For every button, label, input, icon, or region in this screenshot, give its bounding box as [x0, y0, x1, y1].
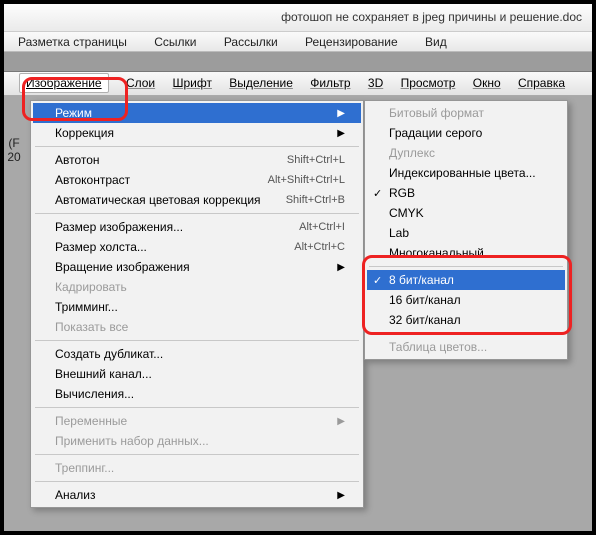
- menu-item-label: 8 бит/канал: [389, 273, 454, 287]
- photoshop-menubar: Изображение Слои Шрифт Выделение Фильтр …: [4, 72, 592, 96]
- menu-layers[interactable]: Слои: [126, 76, 155, 90]
- shortcut-text: Alt+Ctrl+I: [299, 221, 345, 233]
- menu-view[interactable]: Просмотр: [401, 76, 456, 90]
- menu-item-label: Таблица цветов...: [389, 340, 487, 354]
- image-menu-item: Переменные ▶: [33, 411, 361, 431]
- mode-menu-item[interactable]: 16 бит/канал: [367, 290, 565, 310]
- image-menu-item[interactable]: Вычисления...: [33, 384, 361, 404]
- menu-item-label: Режим: [55, 106, 92, 120]
- menu-item-label: Вращение изображения: [55, 260, 190, 274]
- image-menu-item[interactable]: Вращение изображения ▶: [33, 257, 361, 277]
- menu-item-label: Градации серого: [389, 126, 482, 140]
- menu-item-label: Многоканальный: [389, 246, 484, 260]
- image-menu-item: Применить набор данных...: [33, 431, 361, 451]
- image-menu-item[interactable]: Режим ▶: [33, 103, 361, 123]
- image-menu-item[interactable]: Размер изображения... Alt+Ctrl+I: [33, 217, 361, 237]
- title-bar: фотошоп не сохраняет в jpeg причины и ре…: [4, 4, 592, 32]
- image-menu-item[interactable]: Автоматическая цветовая коррекция Shift+C…: [33, 190, 361, 210]
- tab-view[interactable]: Вид: [425, 35, 447, 49]
- image-menu-item: Показать все: [33, 317, 361, 337]
- menu-item-label: Показать все: [55, 320, 128, 334]
- mode-menu-item: Дуплекс: [367, 143, 565, 163]
- mode-menu-item: Битовый формат: [367, 103, 565, 123]
- mode-menu-item[interactable]: Индексированные цвета...: [367, 163, 565, 183]
- mode-menu-item[interactable]: CMYK: [367, 203, 565, 223]
- image-menu-item[interactable]: Размер холста... Alt+Ctrl+C: [33, 237, 361, 257]
- submenu-arrow-icon: ▶: [337, 128, 345, 139]
- menu-item-label: Применить набор данных...: [55, 434, 209, 448]
- menu-item-label: 32 бит/канал: [389, 313, 461, 327]
- gutter-text: (F: [4, 136, 24, 150]
- checkmark-icon: ✓: [373, 274, 382, 287]
- image-menu-item: Треппинг...: [33, 458, 361, 478]
- menu-image[interactable]: Изображение: [19, 73, 109, 93]
- menu-item-label: Автотон: [55, 153, 100, 167]
- menu-item-label: Дуплекс: [389, 146, 435, 160]
- menu-item-label: Lab: [389, 226, 409, 240]
- menu-item-label: Треппинг...: [55, 461, 114, 475]
- menu-item-label: Вычисления...: [55, 387, 134, 401]
- image-menu-item[interactable]: Создать дубликат...: [33, 344, 361, 364]
- menu-3d[interactable]: 3D: [368, 76, 383, 90]
- tab-page-layout[interactable]: Разметка страницы: [18, 35, 127, 49]
- menu-item-label: Автоматическая цветовая коррекция: [55, 193, 261, 207]
- mode-submenu-dropdown: Битовый формат Градации серого Дуплекс Инде…: [364, 100, 568, 360]
- mode-menu-item[interactable]: Lab: [367, 223, 565, 243]
- image-menu-item[interactable]: Тримминг...: [33, 297, 361, 317]
- ribbon-tabs: Разметка страницы Ссылки Рассылки Реценз…: [4, 32, 592, 52]
- menu-item-label: Коррекция: [55, 126, 114, 140]
- mode-menu-item: Таблица цветов...: [367, 337, 565, 357]
- image-menu-item[interactable]: Автотон Shift+Ctrl+L: [33, 150, 361, 170]
- image-menu-dropdown: Режим ▶ Коррекция ▶ Автотон Shift+Ctrl+L Авток…: [30, 100, 364, 508]
- menu-filter[interactable]: Фильтр: [310, 76, 350, 90]
- menu-window[interactable]: Окно: [473, 76, 501, 90]
- tab-review[interactable]: Рецензирование: [305, 35, 398, 49]
- tab-mailings[interactable]: Рассылки: [224, 35, 278, 49]
- menu-item-label: Переменные: [55, 414, 127, 428]
- menu-item-label: Создать дубликат...: [55, 347, 163, 361]
- tab-links[interactable]: Ссылки: [154, 35, 196, 49]
- shortcut-text: Shift+Ctrl+B: [286, 194, 345, 206]
- submenu-arrow-icon: ▶: [337, 416, 345, 427]
- left-gutter: (F 20: [4, 96, 24, 531]
- menu-item-label: RGB: [389, 186, 415, 200]
- menu-item-label: Автоконтраст: [55, 173, 130, 187]
- submenu-arrow-icon: ▶: [337, 108, 345, 119]
- mode-menu-item[interactable]: Градации серого: [367, 123, 565, 143]
- mode-menu-item[interactable]: Многоканальный: [367, 243, 565, 263]
- menu-item-label: Анализ: [55, 488, 96, 502]
- menu-item-label: Размер холста...: [55, 240, 147, 254]
- shortcut-text: Alt+Ctrl+C: [294, 241, 345, 253]
- menu-item-label: Тримминг...: [55, 300, 118, 314]
- image-menu-item[interactable]: Внешний канал...: [33, 364, 361, 384]
- menu-help[interactable]: Справка: [518, 76, 565, 90]
- menu-item-label: Размер изображения...: [55, 220, 183, 234]
- mode-menu-item[interactable]: ✓ 8 бит/канал: [367, 270, 565, 290]
- ribbon-toolbar: [4, 52, 592, 72]
- menu-item-label: 16 бит/канал: [389, 293, 461, 307]
- image-menu-item[interactable]: Коррекция ▶: [33, 123, 361, 143]
- shortcut-text: Alt+Shift+Ctrl+L: [268, 174, 345, 186]
- document-title: фотошоп не сохраняет в jpeg причины и ре…: [281, 10, 582, 24]
- menu-item-label: CMYK: [389, 206, 424, 220]
- menu-item-label: Кадрировать: [55, 280, 127, 294]
- image-menu-item: Кадрировать: [33, 277, 361, 297]
- submenu-arrow-icon: ▶: [337, 490, 345, 501]
- menu-item-label: Битовый формат: [389, 106, 484, 120]
- image-menu-item[interactable]: Автоконтраст Alt+Shift+Ctrl+L: [33, 170, 361, 190]
- menu-item-label: Индексированные цвета...: [389, 166, 536, 180]
- menu-type[interactable]: Шрифт: [172, 76, 211, 90]
- submenu-arrow-icon: ▶: [337, 262, 345, 273]
- mode-menu-item[interactable]: ✓ RGB: [367, 183, 565, 203]
- menu-item-label: Внешний канал...: [55, 367, 152, 381]
- menu-select[interactable]: Выделение: [229, 76, 293, 90]
- checkmark-icon: ✓: [373, 187, 382, 200]
- shortcut-text: Shift+Ctrl+L: [287, 154, 345, 166]
- image-menu-item[interactable]: Анализ ▶: [33, 485, 361, 505]
- mode-menu-item[interactable]: 32 бит/канал: [367, 310, 565, 330]
- gutter-text: 20: [4, 150, 24, 164]
